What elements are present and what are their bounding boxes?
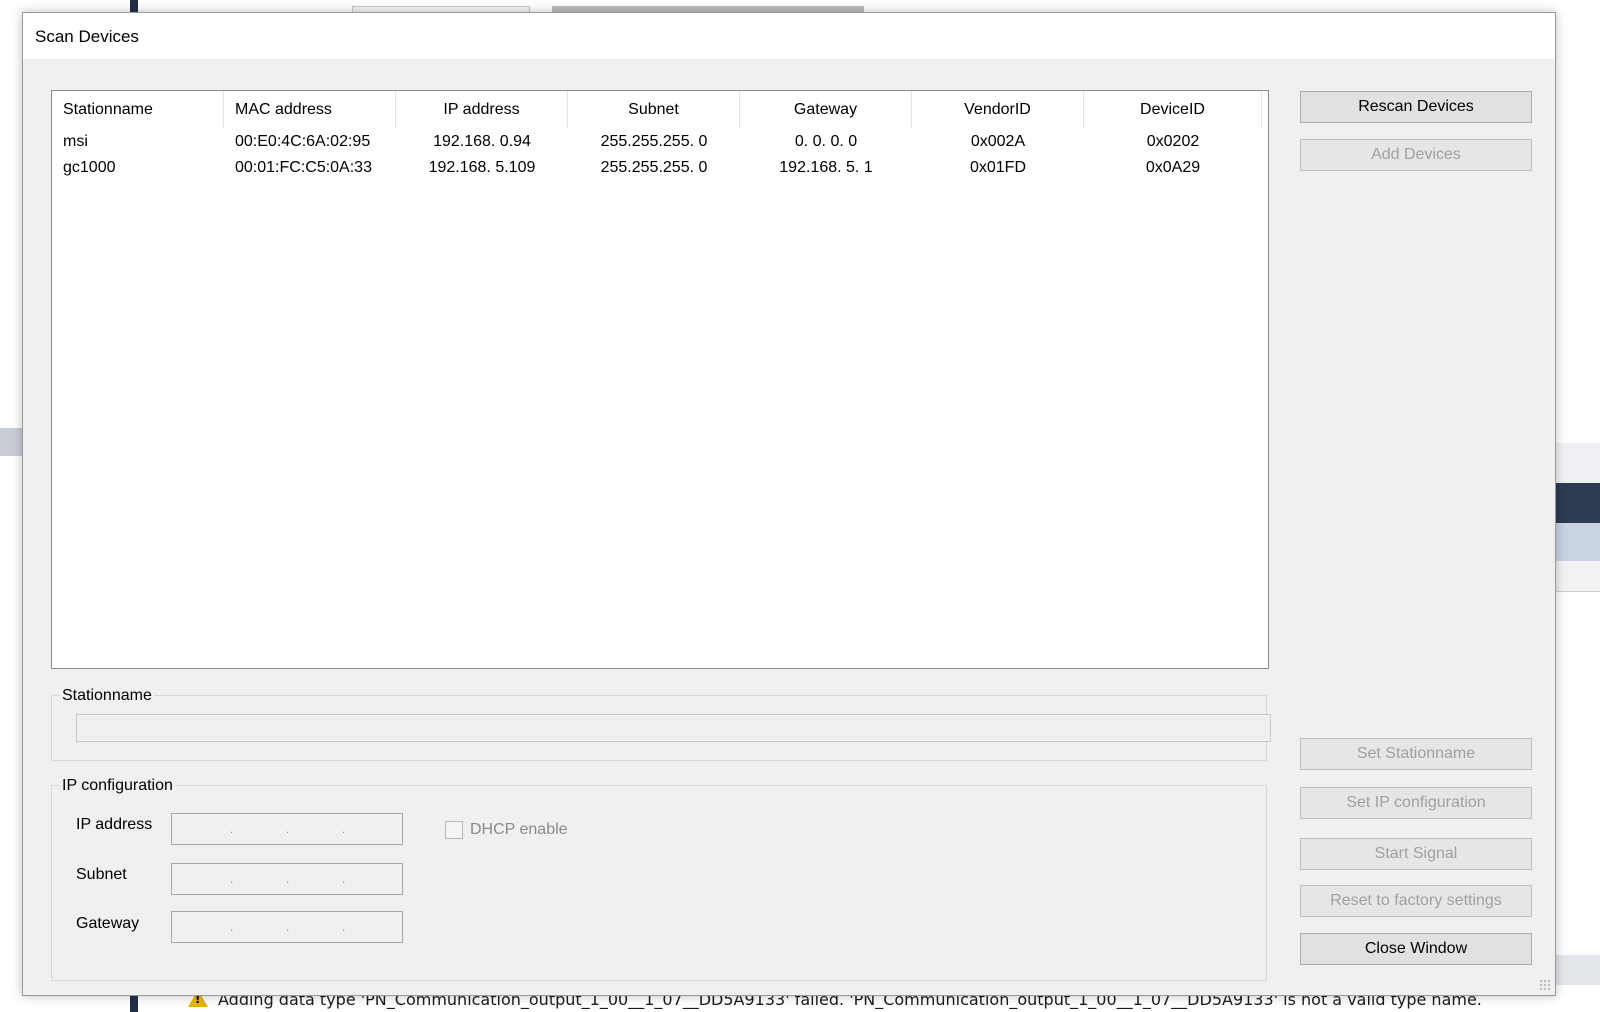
background-panel [1555, 523, 1600, 561]
cell-ip-address: 192.168. 5.109 [428, 159, 536, 176]
background-panel [1555, 443, 1600, 483]
stationname-group-label: Stationname [60, 686, 154, 706]
resize-grip-icon[interactable] [1539, 979, 1551, 991]
dialog-titlebar[interactable]: Scan Devices [23, 13, 1555, 59]
cell-deviceid: 0x0202 [1146, 133, 1200, 150]
column-header-subnet[interactable]: Subnet [568, 91, 740, 129]
cell-deviceid: 0x0A29 [1145, 159, 1201, 176]
cell-stationname: gc1000 [63, 159, 116, 176]
cell-mac-address: 00:E0:4C:6A:02:95 [235, 133, 371, 150]
dhcp-enable-label: DHCP enable [470, 821, 568, 838]
subnet-label: Subnet [76, 866, 127, 883]
cell-vendorid: 0x01FD [969, 159, 1027, 176]
dialog-title: Scan Devices [35, 27, 139, 46]
device-row[interactable]: msi 00:E0:4C:6A:02:95 192.168. 0.94 255.… [52, 129, 1268, 155]
column-header-stationname[interactable]: Stationname [52, 91, 224, 129]
scan-devices-dialog: Scan Devices Stationname MAC address IP … [22, 12, 1556, 996]
close-window-button[interactable]: Close Window [1300, 933, 1532, 965]
reset-factory-settings-button[interactable]: Reset to factory settings [1300, 885, 1532, 917]
column-header-mac-address[interactable]: MAC address [224, 91, 396, 129]
cell-stationname: msi [63, 133, 88, 150]
column-header-ip-address[interactable]: IP address [396, 91, 568, 129]
column-header-gateway[interactable]: Gateway [740, 91, 912, 129]
add-devices-button[interactable]: Add Devices [1300, 139, 1532, 171]
cell-mac-address: 00:01:FC:C5:0A:33 [235, 159, 372, 176]
dhcp-enable-checkbox[interactable] [445, 821, 463, 839]
background-panel [1555, 955, 1600, 985]
device-list-header: Stationname MAC address IP address Subne… [52, 91, 1268, 129]
column-header-vendorid[interactable]: VendorID [912, 91, 1084, 129]
cell-subnet: 255.255.255. 0 [600, 133, 708, 150]
stationname-input[interactable] [76, 714, 1271, 742]
ip-configuration-group-label: IP configuration [60, 776, 175, 796]
ip-address-label: IP address [76, 816, 153, 833]
cell-subnet: 255.255.255. 0 [600, 159, 708, 176]
gateway-input[interactable]: ... [171, 911, 403, 943]
set-ip-configuration-button[interactable]: Set IP configuration [1300, 787, 1532, 819]
background-app-strip [130, 0, 138, 12]
column-header-deviceid[interactable]: DeviceID [1084, 91, 1262, 129]
set-stationname-button[interactable]: Set Stationname [1300, 738, 1532, 770]
gateway-label: Gateway [76, 915, 140, 932]
device-row[interactable]: gc1000 00:01:FC:C5:0A:33 192.168. 5.109 … [52, 155, 1268, 181]
background-panel [0, 428, 22, 456]
device-list[interactable]: Stationname MAC address IP address Subne… [51, 90, 1269, 669]
cell-gateway: 0. 0. 0. 0 [794, 133, 858, 150]
rescan-devices-button[interactable]: Rescan Devices [1300, 91, 1532, 123]
cell-gateway: 192.168. 5. 1 [779, 159, 873, 176]
background-panel [1555, 483, 1600, 523]
ip-address-input[interactable]: ... [171, 813, 403, 845]
background-panel [1555, 561, 1600, 592]
start-signal-button[interactable]: Start Signal [1300, 838, 1532, 870]
subnet-input[interactable]: ... [171, 863, 403, 895]
cell-ip-address: 192.168. 0.94 [433, 133, 531, 150]
cell-vendorid: 0x002A [970, 133, 1026, 150]
